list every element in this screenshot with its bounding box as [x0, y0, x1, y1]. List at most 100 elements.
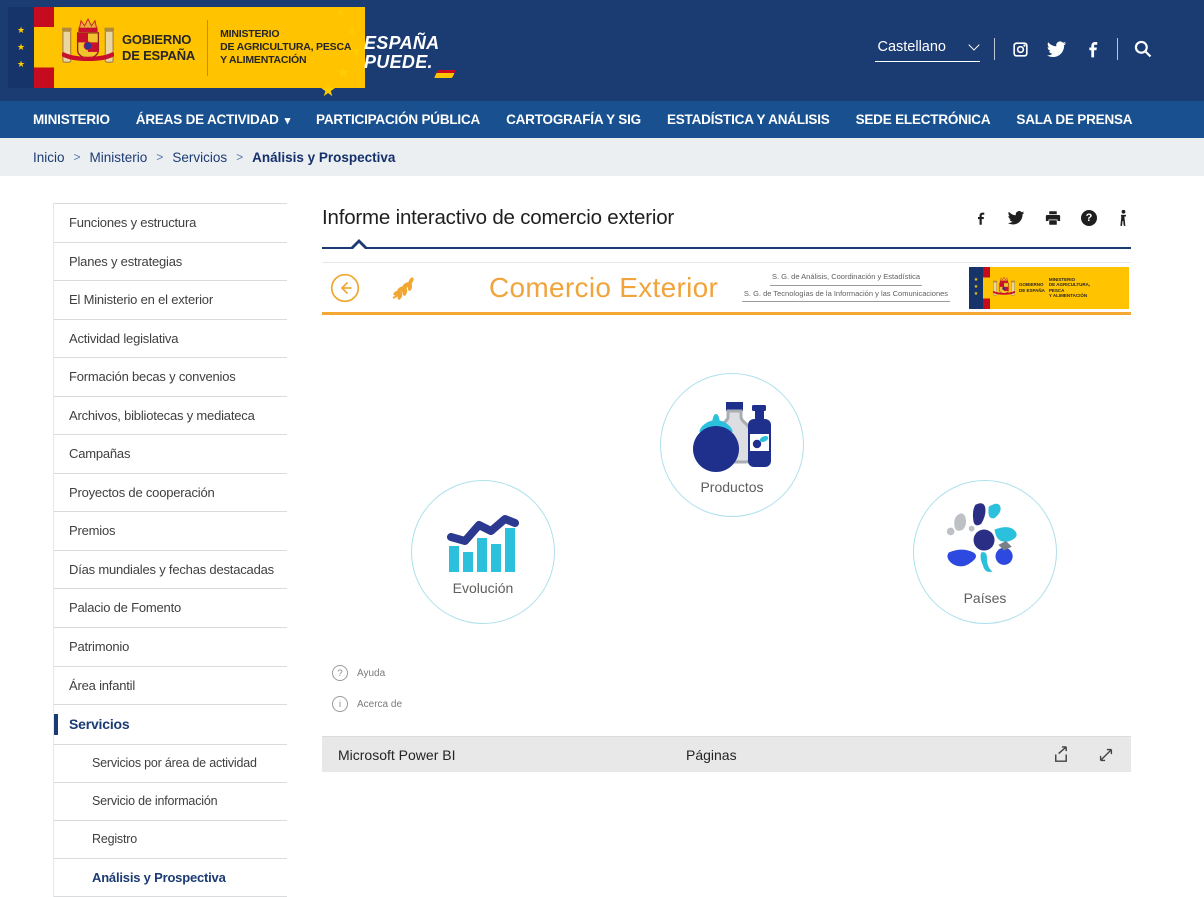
report-canvas: Evolución Productos [322, 315, 1131, 736]
breadcrumb-current: Análisis y Prospectiva [252, 150, 395, 165]
government-logo[interactable]: ★ ★ ★ GOBIERNO DE ESPAÑA MINISTERIO DE A… [8, 7, 365, 88]
spain-flag-swoosh-icon [434, 70, 456, 78]
language-label: Castellano [877, 39, 946, 55]
coat-of-arms-icon [62, 17, 114, 78]
sidebar-item-patrimonio[interactable]: Patrimonio [54, 628, 287, 667]
sidebar-item-registro[interactable]: Registro [54, 821, 287, 859]
sidebar-item-palacio-de-fomento[interactable]: Palacio de Fomento [54, 589, 287, 628]
mini-ministerio-label: MINISTERIO DE AGRICULTURA, PESCA Y ALIME… [1049, 277, 1101, 299]
facebook-icon[interactable] [1081, 38, 1103, 60]
print-icon[interactable] [1044, 209, 1062, 227]
accessibility-icon[interactable] [1116, 209, 1131, 227]
eu-flag-strip: ★★★ [969, 267, 983, 309]
espana-puede-logo: ★ ★ ★ ★ ★ ESPAÑA PUEDE. [320, 8, 450, 96]
eu-star-icon: ★ [17, 60, 25, 69]
header-divider [994, 38, 995, 60]
breadcrumb-inicio[interactable]: Inicio [33, 150, 65, 165]
coat-of-arms-icon [993, 276, 1015, 300]
fullscreen-expand-icon[interactable] [1097, 746, 1115, 764]
button-label: Países [964, 590, 1007, 606]
spain-flag-strip [983, 267, 990, 309]
ministry-logo-box: GOBIERNO DE ESPAÑA MINISTERIO DE AGRICUL… [54, 7, 365, 88]
powerbi-brand-link[interactable]: Microsoft Power BI [338, 747, 455, 763]
twitter-share-icon[interactable] [1007, 209, 1025, 227]
sidebar-item-proyectos-de-cooperacion[interactable]: Proyectos de cooperación [54, 474, 287, 513]
report-header: Comercio Exterior S. G. de Análisis, Coo… [322, 263, 1131, 315]
eu-star-icon: ★ [346, 24, 357, 38]
instagram-icon[interactable] [1009, 38, 1031, 60]
sidebar-item-premios[interactable]: Premios [54, 512, 287, 551]
sidebar-item-analisis-y-prospectiva[interactable]: Análisis y Prospectiva [54, 859, 287, 897]
main-content: Informe interactivo de comercio exterior… [322, 203, 1131, 772]
caret-up-icon-inner [353, 243, 365, 249]
spain-flag-strip [34, 7, 54, 88]
sidebar-item-archivos-bibliotecas-y-mediateca[interactable]: Archivos, bibliotecas y mediateca [54, 397, 287, 436]
food-products-icon [689, 396, 775, 472]
eu-star-icon: ★ [336, 8, 345, 19]
dropdown-caret-icon: ▾ [285, 114, 290, 127]
page-actions: ? [973, 209, 1131, 227]
sidebar-item-area-infantil[interactable]: Área infantil [54, 667, 287, 706]
sidebar-item-actividad-legislativa[interactable]: Actividad legislativa [54, 320, 287, 359]
report-button-evolucion[interactable]: Evolución [411, 480, 555, 624]
eu-star-icon: ★ [17, 43, 25, 52]
button-label: Evolución [453, 580, 514, 596]
help-icon[interactable]: ? [1081, 210, 1097, 226]
facebook-share-icon[interactable] [973, 211, 988, 226]
main-navigation: MINISTERIO ÁREAS DE ACTIVIDAD▾ PARTICIPA… [0, 101, 1204, 138]
gobierno-label: GOBIERNO DE ESPAÑA [122, 32, 207, 63]
active-indicator [54, 714, 58, 735]
sidebar-item-servicios[interactable]: Servicios [54, 705, 287, 745]
breadcrumb: Inicio > Ministerio > Servicios > Anális… [0, 138, 1204, 176]
powerbi-report: Comercio Exterior S. G. de Análisis, Coo… [322, 262, 1131, 772]
espana-puede-label: ESPAÑA PUEDE. [364, 34, 439, 72]
nav-item-estadistica-y-analisis[interactable]: ESTADÍSTICA Y ANÁLISIS [654, 101, 843, 138]
sidebar-item-servicios-por-area[interactable]: Servicios por área de actividad [54, 745, 287, 783]
sidebar-item-formacion-becas-y-convenios[interactable]: Formación becas y convenios [54, 358, 287, 397]
sidebar-item-el-ministerio-en-el-exterior[interactable]: El Ministerio en el exterior [54, 281, 287, 320]
twitter-icon[interactable] [1045, 38, 1067, 60]
nav-item-sede-electronica[interactable]: SEDE ELECTRÓNICA [843, 101, 1004, 138]
report-button-paises[interactable]: Países [913, 480, 1057, 624]
breadcrumb-servicios[interactable]: Servicios [172, 150, 227, 165]
nav-item-ministerio[interactable]: MINISTERIO [20, 101, 123, 138]
search-icon[interactable] [1132, 38, 1154, 60]
question-circle-icon: ? [332, 665, 348, 681]
ministry-mini-logo: ★★★ GOBIERNO DE ESPAÑA MINISTERIO DE AGR… [969, 267, 1129, 309]
sidebar-menu: Funciones y estructura Planes y estrateg… [53, 203, 287, 897]
nav-item-cartografia-y-sig[interactable]: CARTOGRAFÍA Y SIG [493, 101, 654, 138]
report-help-link[interactable]: ? Ayuda [332, 665, 385, 681]
org-line-2: S. G. de Tecnologías de la Información y… [742, 290, 950, 302]
pages-button[interactable]: Páginas [686, 747, 737, 763]
page-title: Informe interactivo de comercio exterior [322, 203, 674, 233]
mini-gobierno-label: GOBIERNO DE ESPAÑA [1019, 282, 1045, 293]
nav-item-areas-de-actividad[interactable]: ÁREAS DE ACTIVIDAD▾ [123, 101, 303, 138]
eu-star-icon: ★ [320, 80, 336, 101]
nav-item-sala-de-prensa[interactable]: SALA DE PRENSA [1003, 101, 1145, 138]
title-underline [322, 247, 1131, 249]
wheat-icon [390, 274, 417, 301]
header-divider [1117, 38, 1118, 60]
breadcrumb-separator: > [74, 150, 81, 164]
logo-divider [207, 20, 208, 76]
eu-star-icon: ★ [350, 43, 363, 60]
eu-flag-strip: ★ ★ ★ [8, 7, 34, 88]
sidebar-item-dias-mundiales[interactable]: Días mundiales y fechas destacadas [54, 551, 287, 590]
report-button-productos[interactable]: Productos [660, 373, 804, 517]
sidebar-item-campanas[interactable]: Campañas [54, 435, 287, 474]
share-icon[interactable] [1051, 745, 1070, 764]
language-selector[interactable]: Castellano [875, 37, 980, 62]
site-header: ★ ★ ★ GOBIERNO DE ESPAÑA MINISTERIO DE A… [0, 0, 1204, 101]
back-button[interactable] [330, 273, 360, 303]
eu-star-icon: ★ [17, 26, 25, 35]
nav-item-participacion-publica[interactable]: PARTICIPACIÓN PÚBLICA [303, 101, 493, 138]
sidebar-item-planes-y-estrategias[interactable]: Planes y estrategias [54, 243, 287, 282]
sidebar-item-servicio-de-informacion[interactable]: Servicio de información [54, 783, 287, 821]
report-title: Comercio Exterior [489, 272, 718, 304]
breadcrumb-separator: > [156, 150, 163, 164]
powerbi-footer-bar: Microsoft Power BI Páginas [322, 736, 1131, 772]
report-about-link[interactable]: i Acerca de [332, 696, 402, 712]
chevron-down-icon [968, 39, 979, 50]
breadcrumb-ministerio[interactable]: Ministerio [90, 150, 148, 165]
sidebar-item-funciones-y-estructura[interactable]: Funciones y estructura [54, 204, 287, 243]
